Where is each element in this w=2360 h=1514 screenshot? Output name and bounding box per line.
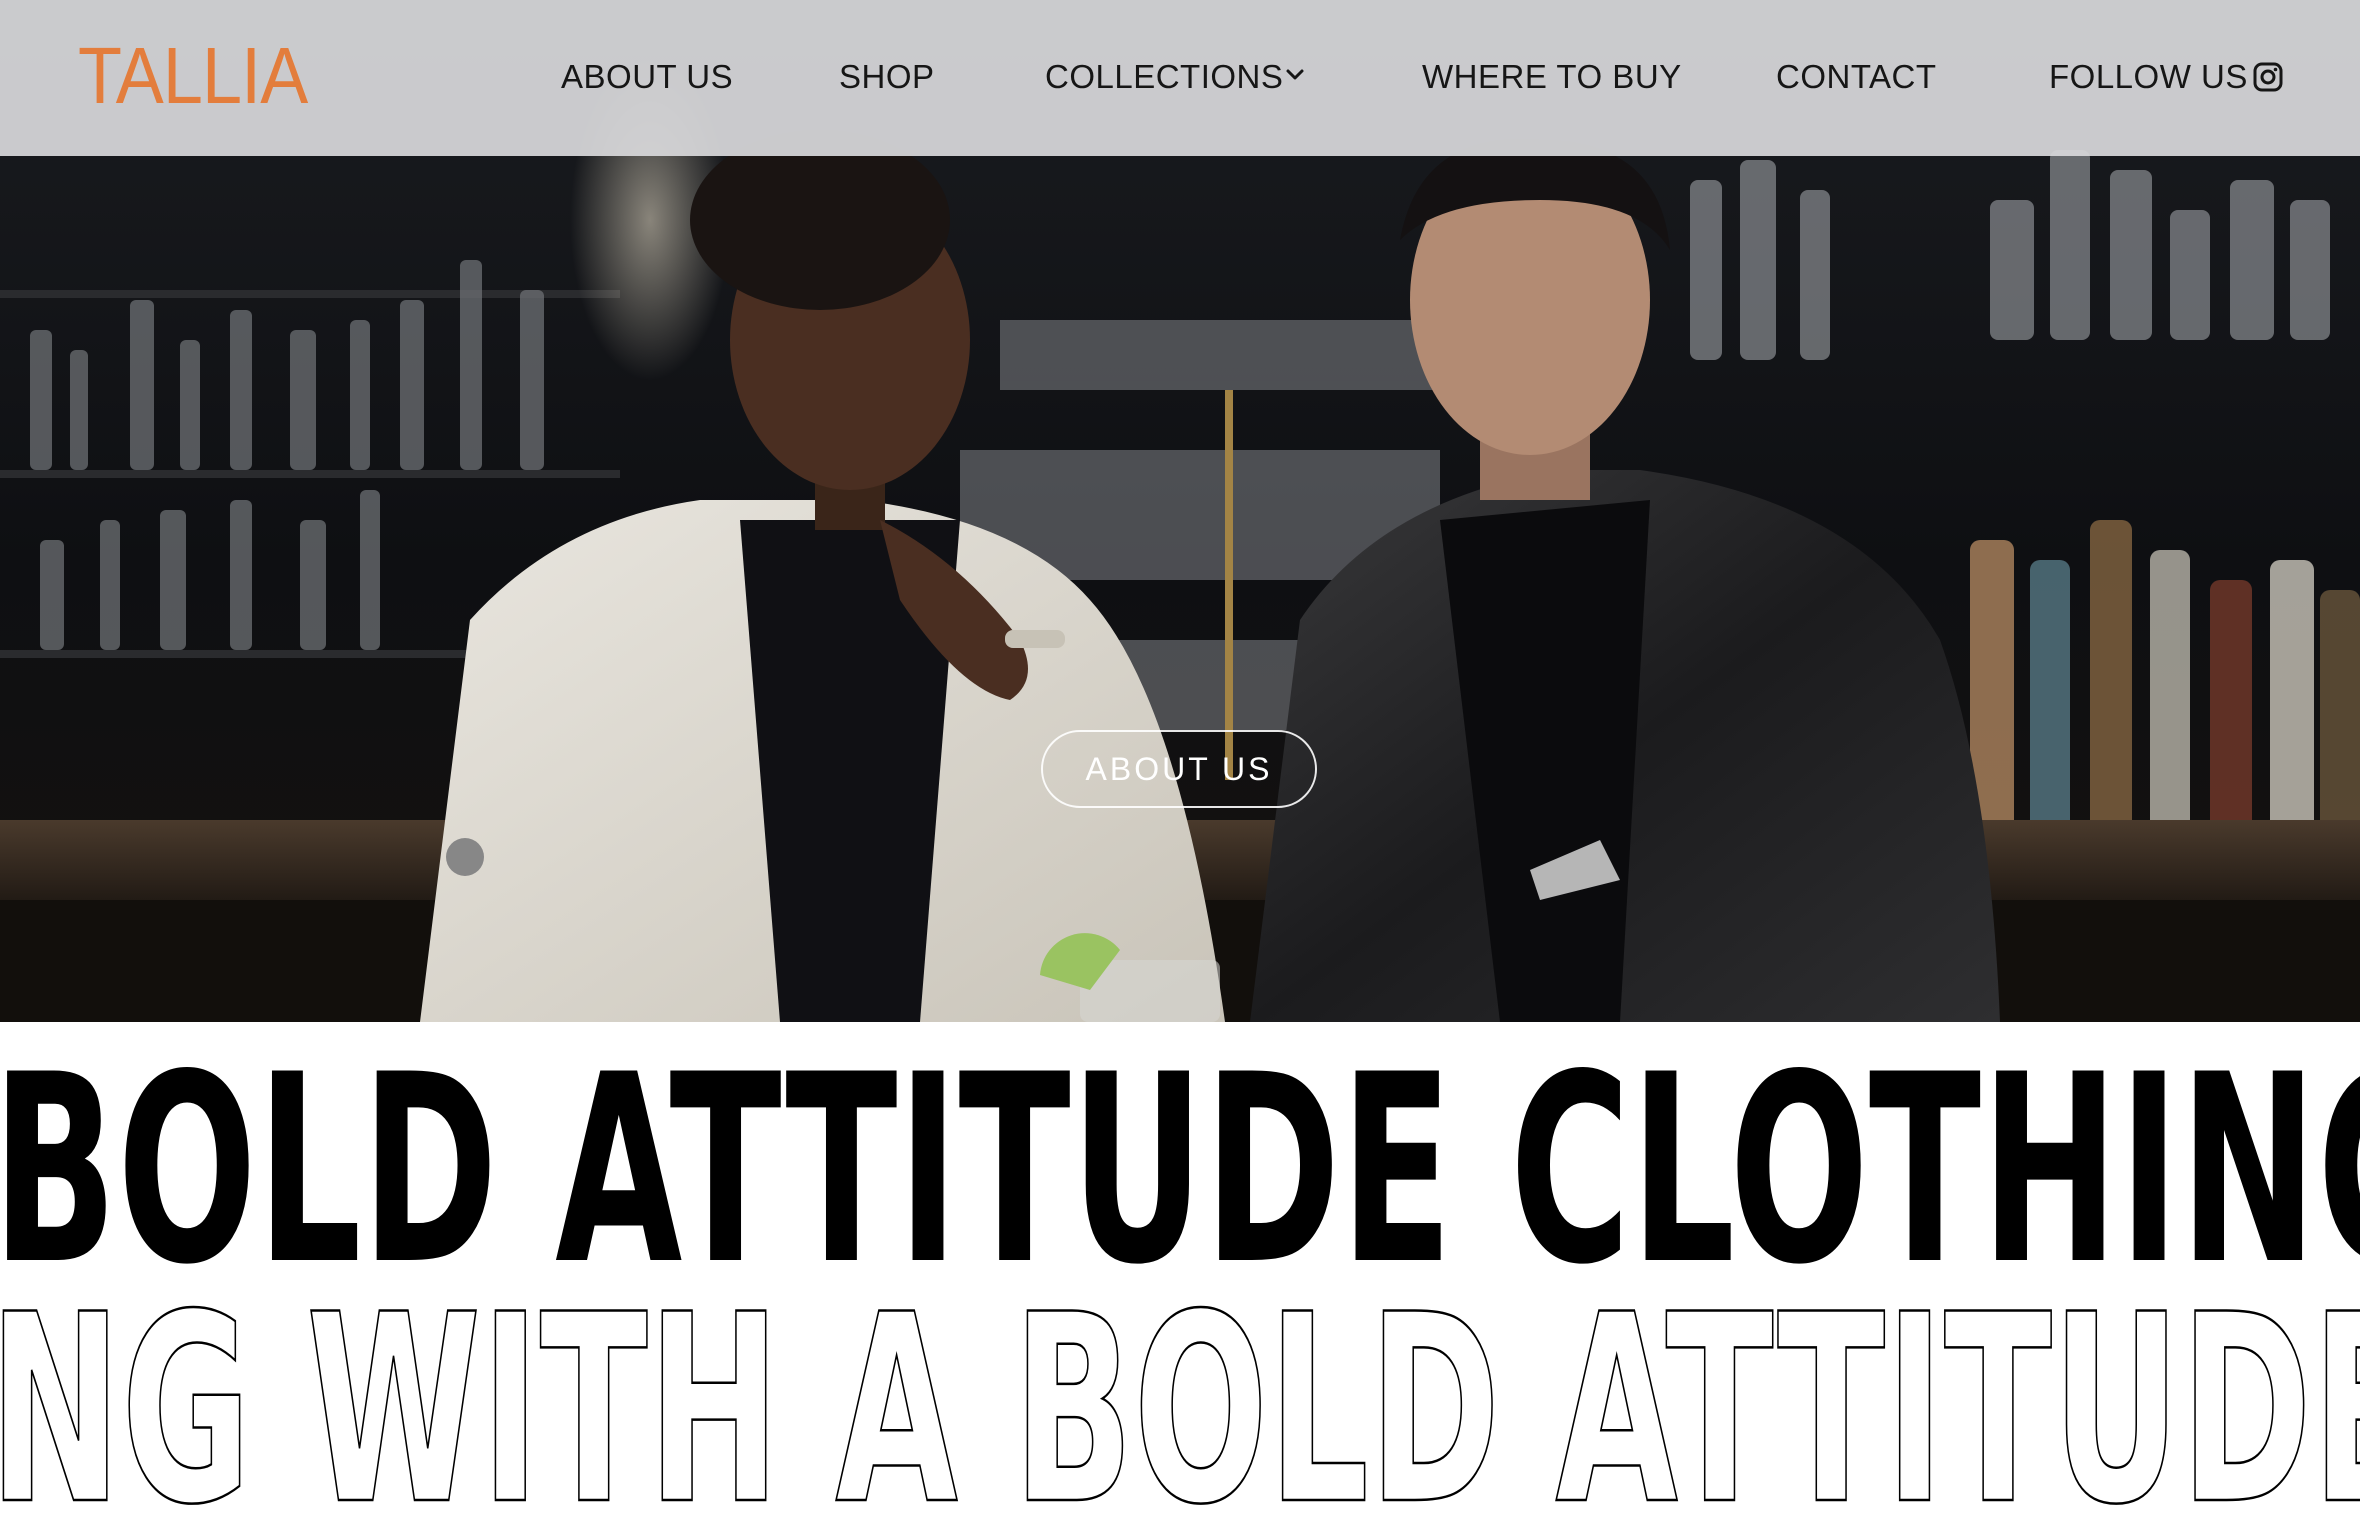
chevron-down-icon[interactable] (1284, 64, 1306, 86)
slider-dot[interactable] (446, 838, 484, 876)
site-header: TALLIA ABOUT US SHOP COLLECTIONS WHERE T… (0, 0, 2360, 156)
hero-about-button[interactable]: ABOUT US (1041, 730, 1317, 808)
main-nav: ABOUT US SHOP COLLECTIONS WHERE TO BUY C… (0, 0, 2360, 156)
nav-about-us[interactable]: ABOUT US (561, 54, 733, 100)
marquee-line-outline: ING WITH A BOLD ATTITUDE (0, 1260, 2360, 1514)
nav-contact[interactable]: CONTACT (1776, 54, 1937, 100)
nav-collections[interactable]: COLLECTIONS (1045, 54, 1283, 100)
nav-where-to-buy[interactable]: WHERE TO BUY (1422, 54, 1682, 100)
marquee-text: BOLD ATTITUDE CLOTHING ING WITH A BOLD A… (0, 1022, 2360, 1514)
nav-shop[interactable]: SHOP (839, 54, 935, 100)
nav-follow-us[interactable]: FOLLOW US (2049, 54, 2248, 100)
instagram-icon[interactable] (2252, 61, 2284, 93)
page: ABOUT US TALLIA ABOUT US SHOP COLLECTION… (0, 0, 2360, 1514)
marquee-banner: BOLD ATTITUDE CLOTHING ING WITH A BOLD A… (0, 1022, 2360, 1514)
